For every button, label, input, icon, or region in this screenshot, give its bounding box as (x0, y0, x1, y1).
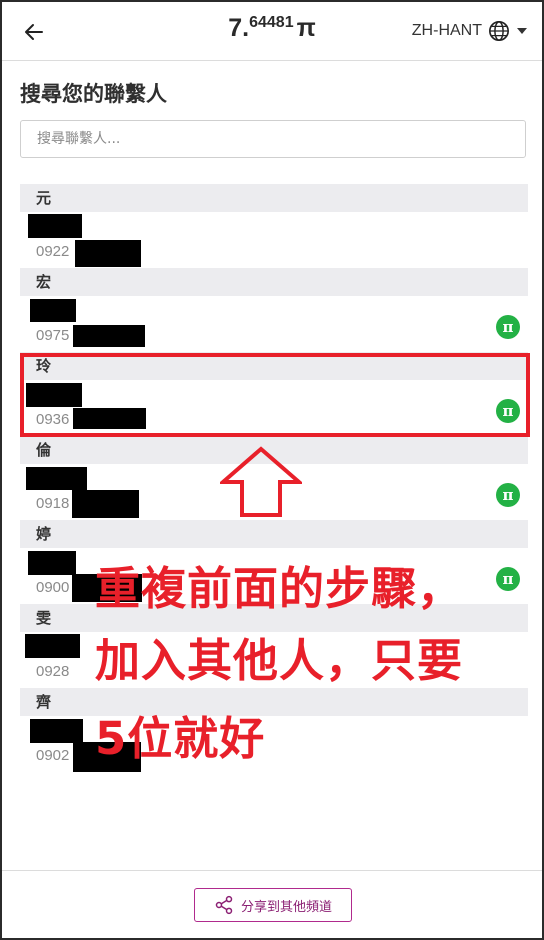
redacted-name (28, 214, 82, 238)
annotation-line: 加入其他人，只要 (95, 634, 464, 687)
balance-integer: 7. (228, 14, 250, 42)
share-label: 分享到其他頻道 (240, 899, 332, 915)
phone-prefix: 0975 (36, 327, 70, 344)
phone-prefix: 0936 (36, 411, 70, 428)
annotation-line: 5位就好 (95, 712, 266, 765)
group-header: 玲 (20, 352, 528, 380)
contact-item[interactable]: 0918 π (20, 464, 528, 520)
contact-group: 倫 0918 π (20, 436, 528, 520)
contact-group: 玲 0936 π (20, 352, 528, 436)
phone-prefix: 0902 (36, 747, 70, 764)
contact-item[interactable]: 0936 π (20, 380, 528, 436)
globe-icon (489, 21, 509, 41)
group-header: 婷 (20, 520, 528, 548)
pi-badge-icon: π (496, 315, 520, 339)
group-header: 元 (20, 184, 528, 212)
search-field[interactable] (20, 120, 526, 158)
contact-item[interactable]: 0975 π (20, 296, 528, 352)
phone-prefix: 0922 (36, 243, 70, 260)
top-bar: 7.64481 π ZH-HANT (2, 2, 542, 61)
language-selector[interactable]: ZH-HANT (412, 20, 528, 42)
currency-symbol: π (296, 14, 316, 42)
balance-fraction: 64481 (249, 14, 294, 31)
annotation-line: 重複前面的步驟， (95, 562, 464, 615)
phone-prefix: 0928 (36, 663, 70, 680)
redacted-phone (73, 408, 146, 429)
redacted-phone (75, 240, 141, 267)
share-icon (215, 895, 233, 915)
footer-bar: 分享到其他頻道 (2, 870, 542, 938)
contact-group: 宏 0975 π (20, 268, 528, 352)
pi-badge-icon: π (496, 567, 520, 591)
redacted-phone (72, 490, 139, 518)
phone-prefix: 0900 (36, 579, 70, 596)
share-button[interactable]: 分享到其他頻道 (194, 888, 352, 922)
search-title: 搜尋您的聯繫人 (20, 82, 167, 106)
redacted-name (30, 299, 76, 322)
contact-group: 元 0922 (20, 184, 528, 268)
redacted-name (28, 551, 76, 575)
group-header: 宏 (20, 268, 528, 296)
redacted-name (25, 634, 80, 658)
redacted-name (26, 383, 82, 407)
pi-badge-icon: π (496, 399, 520, 423)
app-frame: 7.64481π ZH-HANT 搜尋您的聯繫人 元 0922 (0, 0, 544, 940)
search-input[interactable] (21, 121, 525, 157)
redacted-name (26, 467, 87, 490)
redacted-name (30, 719, 83, 743)
contact-item[interactable]: 0922 (20, 212, 528, 268)
language-label: ZH-HANT (411, 22, 482, 39)
redacted-phone (73, 325, 145, 347)
group-header: 倫 (20, 436, 528, 464)
phone-prefix: 0918 (36, 495, 70, 512)
caret-down-icon (517, 28, 527, 34)
pi-badge-icon: π (496, 483, 520, 507)
